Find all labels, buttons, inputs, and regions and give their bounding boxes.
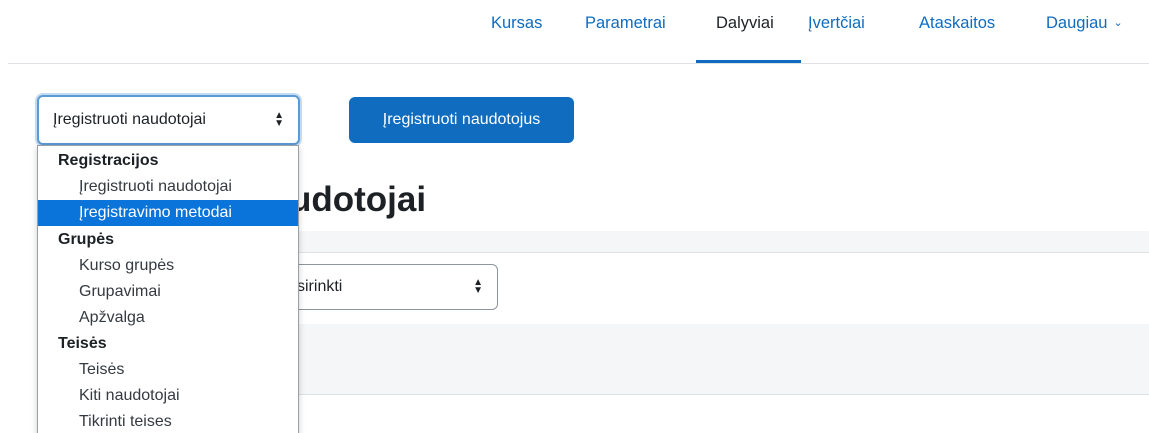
nav-item-kursas[interactable]: Kursas [491, 14, 542, 33]
filter-header-panel [290, 231, 1149, 252]
course-navigation: Kursas Parametrai Dalyviai Įvertčiai Ata… [0, 0, 1149, 64]
option-permissions[interactable]: Teisės [38, 357, 298, 383]
enrolment-page-dropdown-list[interactable]: Registracijos Įregistruoti naudotojai Įr… [37, 145, 299, 433]
optgroup-label: Grupės [58, 231, 115, 248]
nav-item-daugiau-label: Daugiau [1046, 14, 1108, 32]
chevron-down-icon: ⌄ [1113, 17, 1123, 29]
page-title: udotojai [290, 180, 427, 219]
divider [290, 394, 1149, 395]
divider [290, 252, 1149, 253]
filter-actions-panel [290, 324, 1149, 394]
nav-item-daugiau[interactable]: Daugiau ⌄ [1046, 14, 1123, 33]
select-arrows-icon: ▲ ▼ [473, 277, 483, 296]
option-check-permissions[interactable]: Tikrinti teises [38, 409, 298, 433]
nav-item-parametrai[interactable]: Parametrai [585, 14, 666, 33]
nav-item-ataskaitos[interactable]: Ataskaitos [919, 14, 995, 33]
option-groupings[interactable]: Grupavimai [38, 279, 298, 305]
nav-item-dalyviai[interactable]: Dalyviai [716, 14, 774, 33]
option-enrolment-methods[interactable]: Įregistravimo metodai [38, 200, 298, 226]
nav-item-ivertinimai[interactable]: Įvertčiai [808, 14, 865, 33]
optgroup-label: Teisės [58, 335, 107, 352]
option-overview[interactable]: Apžvalga [38, 305, 298, 331]
option-other-users[interactable]: Kiti naudotojai [38, 383, 298, 409]
select-arrows-icon: ▲ ▼ [274, 110, 284, 129]
option-course-groups[interactable]: Kurso grupės [38, 253, 298, 279]
optgroup-label: Registracijos [58, 152, 159, 169]
enrolment-page-select[interactable]: Įregistruoti naudotojai ▲ ▼ [37, 95, 300, 145]
filter-select-value: sirinkti [297, 278, 343, 295]
enrolment-page-select-value: Įregistruoti naudotojai [53, 111, 206, 128]
enrol-users-button[interactable]: Įregistruoti naudotojus [349, 97, 574, 143]
nav-divider [8, 63, 1149, 64]
option-enrolled-users[interactable]: Įregistruoti naudotojai [38, 174, 298, 200]
